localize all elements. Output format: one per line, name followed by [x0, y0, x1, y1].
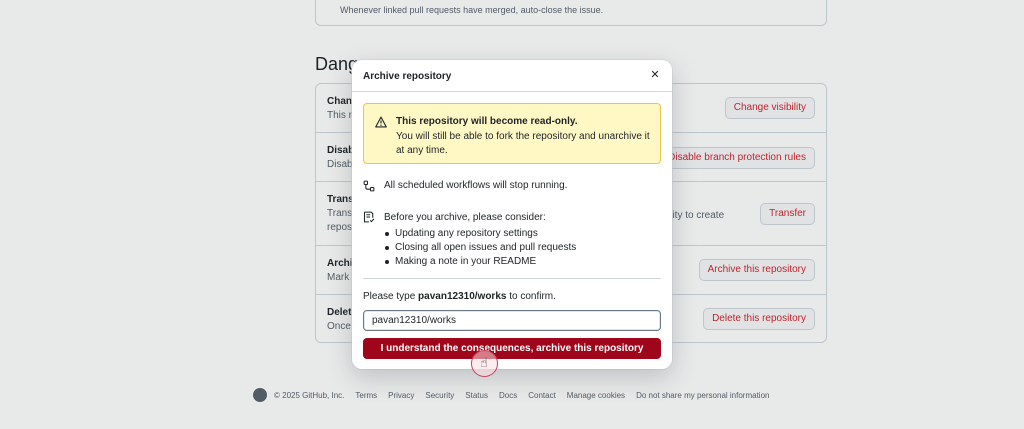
dialog-title: Archive repository: [363, 71, 452, 82]
warning-text: You will still be able to fork the repos…: [396, 131, 650, 156]
workflows-notice: All scheduled workflows will stop runnin…: [384, 180, 568, 191]
dialog-header: Archive repository ✕: [352, 60, 672, 92]
alert-icon: [375, 116, 387, 128]
pointer-hand-icon: ☝: [480, 355, 488, 370]
warning-title: This repository will become read-only.: [396, 116, 578, 127]
confirm-repo-name: pavan12310/works: [418, 291, 507, 302]
archive-confirm-button[interactable]: I understand the consequences, archive t…: [363, 338, 661, 359]
checklist-icon: [363, 211, 375, 223]
confirm-instruction: Please type pavan12310/works to confirm.: [363, 291, 556, 302]
divider: [363, 278, 661, 279]
consider-heading: Before you archive, please consider:: [384, 212, 546, 223]
list-item: Updating any repository settings: [384, 227, 576, 241]
confirm-suffix: to confirm.: [506, 291, 556, 302]
archive-repository-dialog: Archive repository ✕ This repository wil…: [352, 60, 672, 369]
warning-flash: This repository will become read-only. Y…: [363, 103, 661, 164]
close-icon[interactable]: ✕: [648, 68, 662, 82]
list-item: Closing all open issues and pull request…: [384, 241, 576, 255]
confirm-prefix: Please type: [363, 291, 419, 302]
confirm-repo-input[interactable]: [363, 310, 661, 331]
consider-list: Updating any repository settings Closing…: [384, 227, 576, 269]
list-item: Making a note in your README: [384, 255, 576, 269]
workflow-icon: [363, 180, 375, 192]
click-indicator: ☝: [471, 350, 498, 377]
